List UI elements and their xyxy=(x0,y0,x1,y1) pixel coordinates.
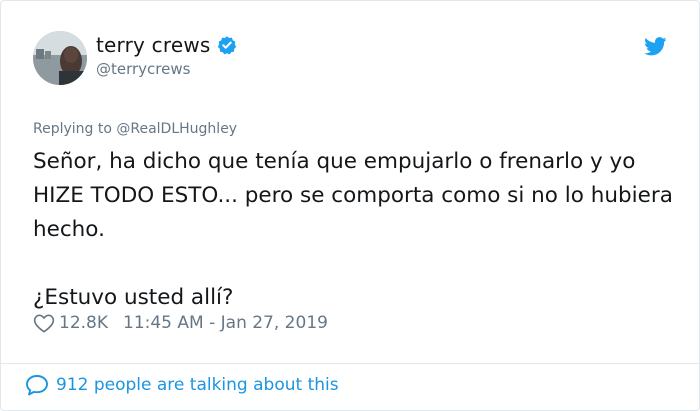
tweet-timestamp[interactable]: 11:45 AM - Jan 27, 2019 xyxy=(123,313,328,333)
tweet-card: terry crews @terrycrews Replying to @Rea… xyxy=(0,0,700,411)
heart-icon[interactable] xyxy=(33,313,55,333)
verified-badge-icon xyxy=(217,36,236,55)
author-handle[interactable]: @terrycrews xyxy=(96,60,190,78)
comment-bubble-icon xyxy=(26,375,48,396)
conversation-link[interactable]: 912 people are talking about this xyxy=(25,374,339,396)
author-display-name[interactable]: terry crews xyxy=(96,33,211,57)
reply-context[interactable]: Replying to @RealDLHughley xyxy=(33,121,237,137)
tweet-meta: 12.8K 11:45 AM - Jan 27, 2019 xyxy=(33,313,328,333)
twitter-bird-icon[interactable] xyxy=(644,37,667,56)
tweet-paragraph-2: ¿Estuvo usted allí? xyxy=(33,285,234,310)
like-count[interactable]: 12.8K xyxy=(59,313,108,333)
footer-divider xyxy=(1,363,699,364)
tweet-paragraph-1: Señor, ha dicho que tenía que empujarlo … xyxy=(33,149,673,242)
avatar[interactable] xyxy=(33,31,87,85)
conversation-text[interactable]: 912 people are talking about this xyxy=(56,375,339,395)
author-name-row: terry crews xyxy=(96,33,237,57)
tweet-text: Señor, ha dicho que tenía que empujarlo … xyxy=(33,145,683,315)
